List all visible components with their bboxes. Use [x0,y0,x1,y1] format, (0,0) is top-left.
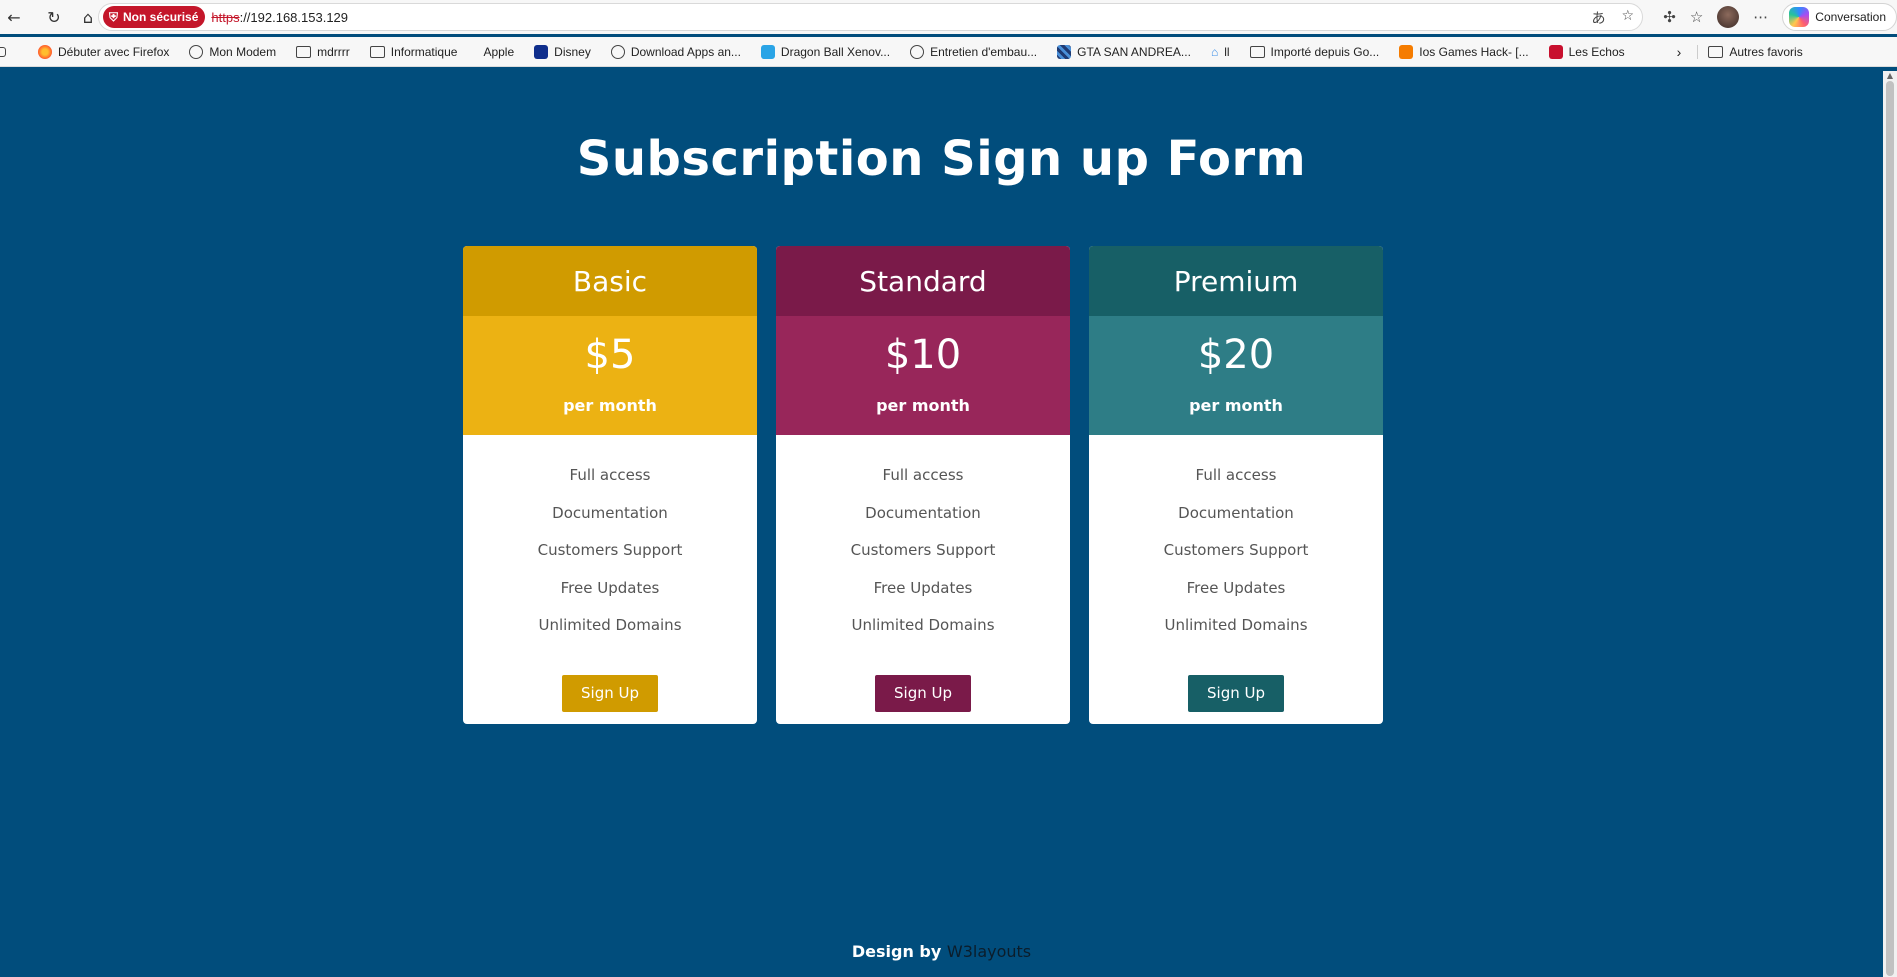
feature-item: Free Updates [1186,578,1286,597]
feature-item: Customers Support [537,541,683,559]
bookmark-folder[interactable]: Importé depuis Go... [1240,45,1390,59]
firefox-icon [38,44,52,59]
plan-name: Basic [463,246,757,316]
feature-item: Documentation [552,503,668,522]
plan-price: $5 [584,332,636,378]
plan-period: per month [1189,396,1283,415]
plan-card-premium: Premium $20 per month Full access Docume… [1089,246,1383,724]
more-menu-icon[interactable]: ⋯ [1753,8,1768,26]
bookmark-folder[interactable]: Informatique [360,45,468,59]
scroll-up-icon[interactable]: ▲ [1885,71,1895,80]
page-title: Subscription Sign up Form [576,131,1307,187]
bookmarks-bar: Débuter avec Firefox Mon Modem mdrrrr In… [0,37,1897,67]
url-host: ://192.168.153.129 [239,9,349,25]
bookmarks-overflow-chevron[interactable]: › [1667,44,1692,60]
feature-list: Full access Documentation Customers Supp… [463,435,757,645]
echos-icon [1548,44,1563,59]
profile-avatar[interactable] [1717,6,1740,28]
pricing-cards: Basic $5 per month Full access Documenta… [463,246,1383,724]
reload-icon[interactable]: ↻ [40,3,68,31]
plan-period: per month [876,396,970,415]
disney-icon [534,44,549,59]
plan-price: $10 [884,332,962,378]
bookmark-item[interactable]: Dragon Ball Xenov... [751,44,900,59]
favorite-star-icon[interactable]: ☆ [1621,8,1634,28]
plan-card-standard: Standard $10 per month Full access Docum… [776,246,1070,724]
copilot-icon [1789,7,1810,27]
url-text[interactable]: https://192.168.153.129 [211,10,348,25]
feature-item: Customers Support [1163,541,1309,559]
globe-icon [610,44,625,59]
feature-item: Free Updates [873,578,973,597]
footer-link[interactable]: W3layouts [947,942,1031,961]
extensions-icon[interactable]: ✣ [1663,8,1676,26]
bookmark-item[interactable]: Entretien d'embau... [900,44,1047,59]
feature-list: Full access Documentation Customers Supp… [776,435,1070,645]
blogger-icon [1399,44,1414,59]
feature-item: Documentation [865,503,981,522]
bookmark-item[interactable]: Disney [524,44,601,59]
feature-item: Full access [1195,466,1277,484]
bookmarks-edge-icon [0,46,6,57]
address-bar[interactable]: ⛨ Non sécurisé https://192.168.153.129 あ… [98,3,1643,31]
plan-price-block: $5 per month [463,316,757,435]
plan-price-block: $20 per month [1089,316,1383,435]
browser-toolbar: ← ↻ ⌂ ⛨ Non sécurisé https://192.168.153… [0,0,1897,34]
security-badge[interactable]: ⛨ Non sécurisé [103,6,206,28]
footer-prefix: Design by [851,942,942,961]
folder-icon [1249,45,1265,58]
favorites-icon[interactable]: ☆ [1690,8,1703,26]
feature-item: Documentation [1178,503,1294,522]
bookmark-item[interactable]: GTA SAN ANDREA... [1047,44,1201,59]
plan-name: Premium [1089,246,1383,316]
feature-item: Unlimited Domains [538,616,682,634]
globe-icon [910,44,925,59]
bookmark-item[interactable]: Mon Modem [179,44,286,59]
copilot-conversation-button[interactable]: Conversation [1782,3,1897,31]
folder-icon [369,45,385,58]
bookmark-item[interactable]: Apple [467,45,524,59]
bookmark-item[interactable]: Download Apps an... [601,44,751,59]
chevron-right-icon: › [1676,43,1682,60]
plan-price: $20 [1197,332,1275,378]
feature-item: Customers Support [850,541,996,559]
sign-up-button-premium[interactable]: Sign Up [1188,674,1284,712]
bookmark-item[interactable]: ⌂ ll [1201,45,1240,59]
folder-icon [296,45,312,58]
security-label: Non sécurisé [123,10,199,24]
globe-icon [189,44,204,59]
sign-up-button-standard[interactable]: Sign Up [875,674,971,712]
feature-item: Unlimited Domains [851,616,995,634]
plan-period: per month [563,396,657,415]
folder-icon [1708,45,1724,58]
feature-item: Unlimited Domains [1164,616,1308,634]
feature-item: Free Updates [560,578,660,597]
feature-item: Full access [882,466,964,484]
sign-up-button-basic[interactable]: Sign Up [562,674,658,712]
store-icon [760,44,775,59]
plan-price-block: $10 per month [776,316,1070,435]
bookmark-icon: ⌂ [1210,44,1219,59]
plan-card-basic: Basic $5 per month Full access Documenta… [463,246,757,724]
other-favorites-folder[interactable]: Autres favoris [1697,44,1812,59]
footer: Design by W3layouts [0,942,1883,961]
bookmark-folder[interactable]: mdrrrr [286,45,360,59]
plan-name: Standard [776,246,1070,316]
bookmark-item[interactable]: Les Echos [1539,44,1635,59]
back-icon[interactable]: ← [0,3,28,31]
page-scrollbar[interactable]: ▲ [1883,71,1897,977]
page-content: Subscription Sign up Form Basic $5 per m… [0,71,1883,977]
scroll-thumb[interactable] [1886,81,1894,976]
gta-icon [1057,44,1072,59]
bookmark-item[interactable]: Débuter avec Firefox [28,44,179,59]
conversation-label: Conversation [1815,10,1886,24]
shield-warning-icon: ⛨ [109,9,119,24]
feature-list: Full access Documentation Customers Supp… [1089,435,1383,645]
translate-icon[interactable]: あ [1591,8,1605,28]
bookmark-item[interactable]: Ios Games Hack- [... [1389,44,1538,59]
url-scheme: https [211,9,240,25]
feature-item: Full access [569,466,651,484]
